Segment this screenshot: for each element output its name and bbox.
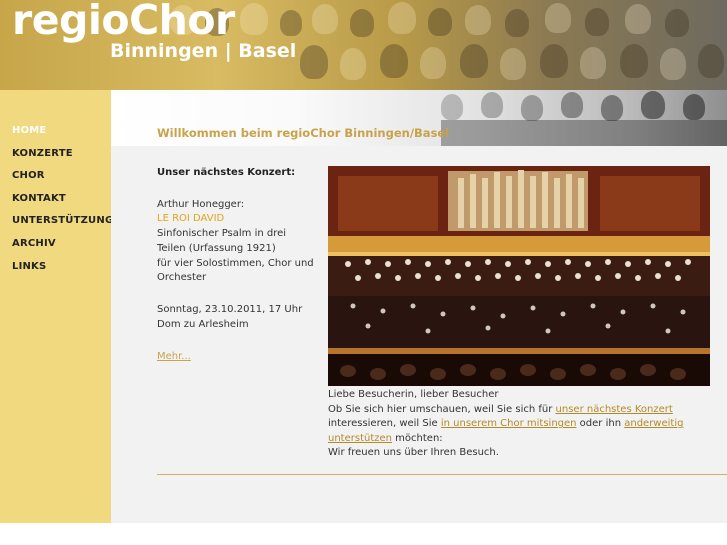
concert-date: Sonntag, 23.10.2011, 17 Uhr <box>157 303 303 315</box>
greeting-text-d: möchten: <box>392 432 443 444</box>
nav-item-links[interactable]: LINKS <box>12 260 113 283</box>
content-divider <box>157 474 727 475</box>
nav-item-unterstuetzung[interactable]: UNTERSTÜTZUNG <box>12 214 113 237</box>
nav-item-konzerte[interactable]: KONZERTE <box>12 147 113 170</box>
main-navigation: HOME KONZERTE CHOR KONTAKT UNTERSTÜTZUNG… <box>12 124 113 282</box>
more-link[interactable]: Mehr... <box>157 351 191 362</box>
greeting-text-a: Ob Sie sich hier umschauen, weil Sie sic… <box>328 403 556 415</box>
concert-description-1: Sinfonischer Psalm in drei Teilen (Urfas… <box>157 228 287 254</box>
composer: Arthur Honegger: <box>157 198 245 210</box>
logo-title[interactable]: regioChor <box>12 0 235 44</box>
nav-item-kontakt[interactable]: KONTAKT <box>12 192 113 215</box>
welcome-text: Liebe Besucherin, lieber Besucher Ob Sie… <box>328 388 710 461</box>
nav-item-home[interactable]: HOME <box>12 124 113 147</box>
nav-item-chor[interactable]: CHOR <box>12 169 113 192</box>
page-title: Willkommen beim regioChor Binningen/Base… <box>157 126 450 140</box>
sidebar: HOME KONZERTE CHOR KONTAKT UNTERSTÜTZUNG… <box>0 90 113 523</box>
work-title: LE ROI DAVID <box>157 213 225 225</box>
greeting-line-1: Liebe Besucherin, lieber Besucher <box>328 389 499 400</box>
logo-subtitle: Binningen | Basel <box>110 40 297 62</box>
nav-item-archiv[interactable]: ARCHIV <box>12 237 113 260</box>
concert-hall-illustration <box>328 166 710 386</box>
greeting-line-3: Wir freuen uns über Ihren Besuch. <box>328 447 499 459</box>
concert-venue: Dom zu Arlesheim <box>157 318 249 330</box>
next-concert-box: Unser nächstes Konzert: Arthur Honegger:… <box>157 166 317 365</box>
concert-hall-photo <box>328 166 710 386</box>
link-next-concert[interactable]: unser nächstes Konzert <box>556 404 673 415</box>
greeting-text-c: oder ihn <box>576 418 625 430</box>
link-join-choir[interactable]: in unserem Chor mitsingen <box>441 418 577 429</box>
next-concert-heading: Unser nächstes Konzert: <box>157 167 296 178</box>
choir-suits <box>441 120 727 146</box>
header-banner: regioChor Binningen | Basel <box>0 0 727 90</box>
greeting-text-b: interessieren, weil Sie <box>328 418 441 430</box>
concert-description-2: für vier Solostimmen, Chor und Orchester <box>157 257 314 284</box>
